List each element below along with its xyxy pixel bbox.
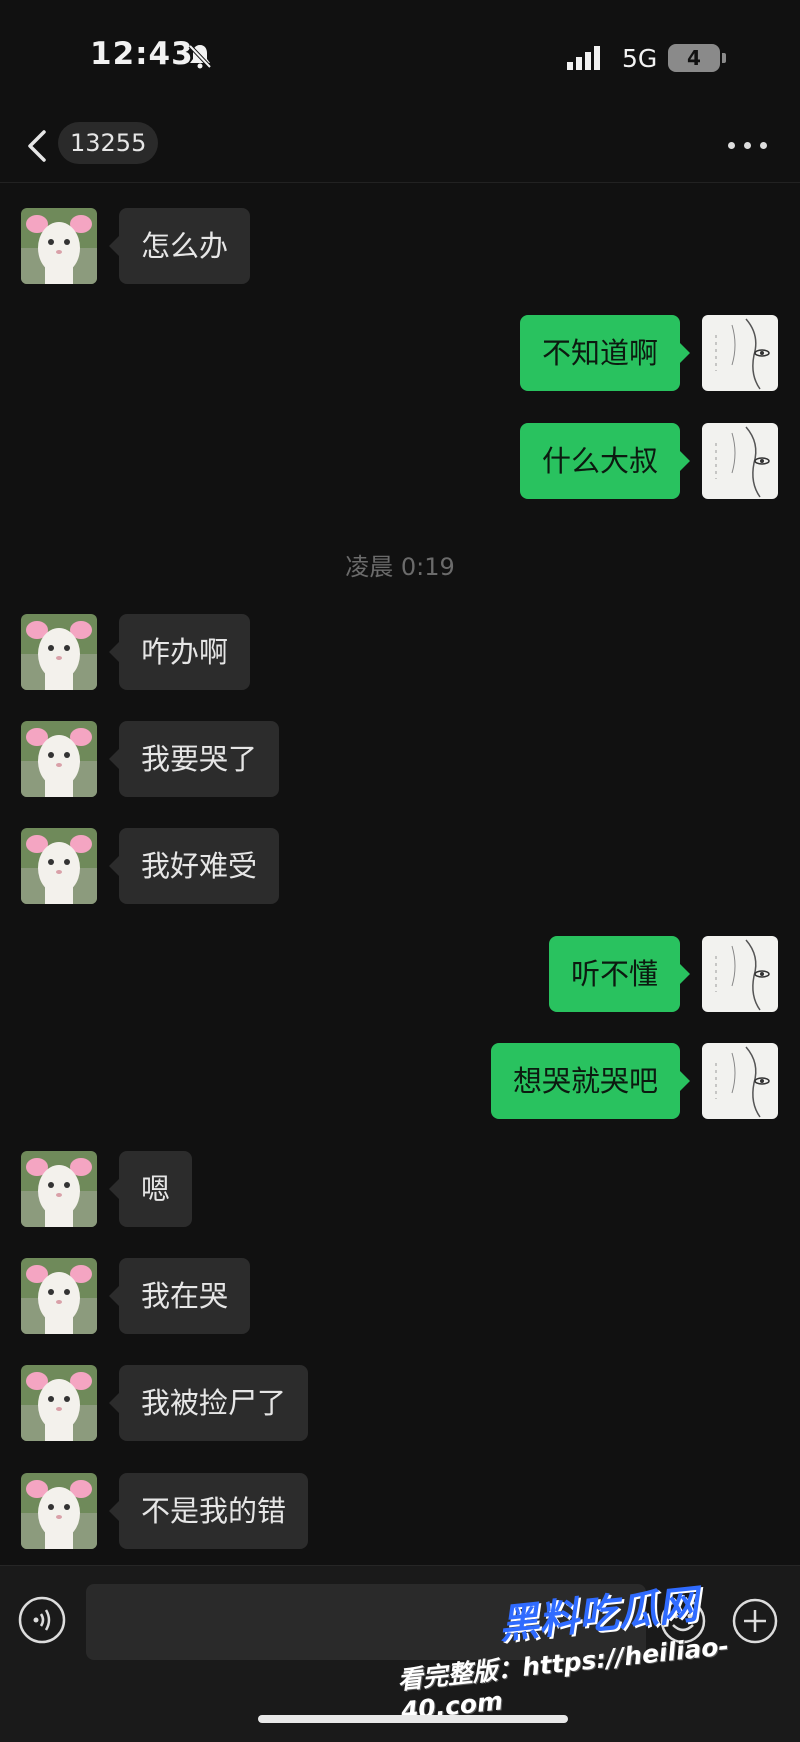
cat-avatar-image <box>21 828 97 904</box>
chat-header: 13255 <box>0 112 800 183</box>
my-avatar[interactable] <box>702 423 778 499</box>
incoming-message[interactable]: 嗯 <box>108 1151 193 1227</box>
cat-avatar-image <box>21 1473 97 1549</box>
contact-avatar[interactable] <box>21 1151 97 1227</box>
outgoing-message[interactable]: 什么大叔 <box>519 423 691 499</box>
outgoing-message[interactable]: 听不懂 <box>548 936 691 1012</box>
message-row: 我好难受 <box>0 828 800 906</box>
cat-avatar-image <box>21 208 97 284</box>
my-avatar[interactable] <box>702 936 778 1012</box>
message-row: 听不懂 <box>0 936 800 1014</box>
cat-avatar-image <box>21 721 97 797</box>
sketch-avatar-image <box>702 1043 778 1119</box>
cat-avatar-image <box>21 614 97 690</box>
mute-bell-icon <box>188 44 212 69</box>
status-bar: 12:43 5G 4 <box>0 0 800 112</box>
back-chevron-icon[interactable] <box>24 126 52 166</box>
message-row: 我要哭了 <box>0 721 800 799</box>
message-row: 我在哭 <box>0 1258 800 1336</box>
message-list[interactable]: 怎么办 不知道啊 什么大叔 凌晨 0:19 咋办啊 我要哭了 我好难受 听不懂 … <box>0 183 800 1563</box>
outgoing-message[interactable]: 不知道啊 <box>519 315 691 391</box>
message-row: 咋办啊 <box>0 614 800 692</box>
message-row: 什么大叔 <box>0 423 800 501</box>
voice-icon[interactable] <box>18 1596 66 1644</box>
message-row: 不知道啊 <box>0 315 800 393</box>
status-time: 12:43 <box>90 36 194 72</box>
incoming-message[interactable]: 不是我的错 <box>108 1473 309 1549</box>
incoming-message[interactable]: 我好难受 <box>108 828 280 904</box>
contact-avatar[interactable] <box>21 1365 97 1441</box>
sketch-avatar-image <box>702 315 778 391</box>
battery-indicator: 4 <box>668 44 726 72</box>
contact-avatar[interactable] <box>21 208 97 284</box>
my-avatar[interactable] <box>702 315 778 391</box>
my-avatar[interactable] <box>702 1043 778 1119</box>
contact-avatar[interactable] <box>21 721 97 797</box>
incoming-message[interactable]: 我要哭了 <box>108 721 280 797</box>
contact-avatar[interactable] <box>21 1473 97 1549</box>
message-timestamp: 凌晨 0:19 <box>345 553 455 581</box>
network-type: 5G <box>622 44 658 73</box>
message-row: 嗯 <box>0 1151 800 1229</box>
message-row: 怎么办 <box>0 208 800 286</box>
signal-icon <box>567 46 600 70</box>
incoming-message[interactable]: 我被捡尸了 <box>108 1365 309 1441</box>
contact-avatar[interactable] <box>21 1258 97 1334</box>
contact-avatar[interactable] <box>21 828 97 904</box>
cat-avatar-image <box>21 1258 97 1334</box>
message-row: 我被捡尸了 <box>0 1365 800 1443</box>
cat-avatar-image <box>21 1151 97 1227</box>
contact-name[interactable]: 13255 <box>58 122 159 164</box>
incoming-message[interactable]: 咋办啊 <box>108 614 251 690</box>
message-row: 不是我的错 <box>0 1473 800 1551</box>
home-indicator[interactable] <box>258 1715 568 1723</box>
incoming-message[interactable]: 怎么办 <box>108 208 251 284</box>
message-row: 想哭就哭吧 <box>0 1043 800 1121</box>
more-icon[interactable] <box>726 132 770 160</box>
sketch-avatar-image <box>702 936 778 1012</box>
cat-avatar-image <box>21 1365 97 1441</box>
incoming-message[interactable]: 我在哭 <box>108 1258 251 1334</box>
outgoing-message[interactable]: 想哭就哭吧 <box>490 1043 691 1119</box>
sketch-avatar-image <box>702 423 778 499</box>
contact-avatar[interactable] <box>21 614 97 690</box>
